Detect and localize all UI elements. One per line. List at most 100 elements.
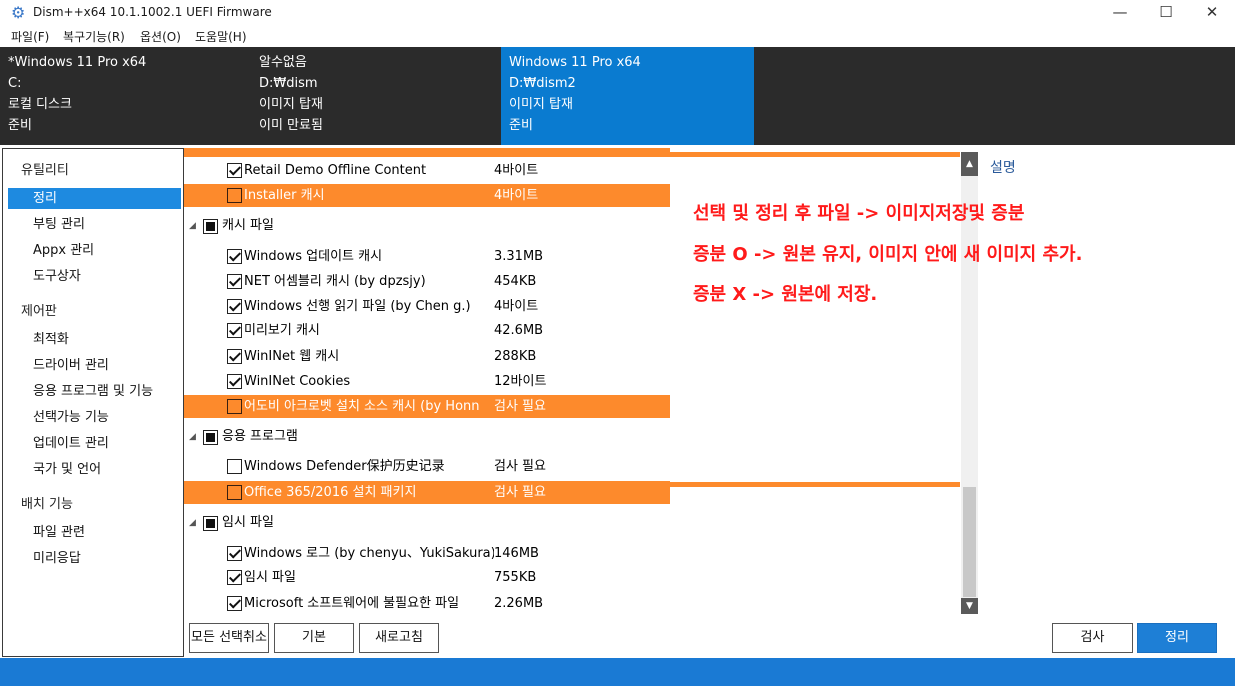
checkbox[interactable]	[227, 323, 242, 338]
session-path: D:₩dism	[259, 76, 318, 91]
session-name: 알수없음	[259, 55, 307, 70]
status-bar	[0, 658, 1235, 686]
close-button[interactable]: ✕	[1189, 0, 1235, 26]
checkbox-partial[interactable]	[203, 219, 218, 234]
sidebar-item-answer[interactable]: 미리응답	[8, 548, 181, 569]
checkbox[interactable]	[227, 459, 242, 474]
checkbox[interactable]	[227, 188, 242, 203]
checkbox[interactable]	[227, 399, 242, 414]
item-name: WinINet 웹 캐시	[244, 349, 340, 364]
tree-row[interactable]: Retail Demo Offline Content 4바이트	[184, 159, 670, 182]
item-name: WinINet Cookies	[244, 374, 351, 389]
session-type: 이미지 탑재	[509, 97, 573, 112]
sidebar-item-appx[interactable]: Appx 관리	[8, 240, 181, 261]
tree-row[interactable]: Windows 선행 읽기 파일 (by Chen g.) 4바이트	[184, 295, 670, 318]
checkbox[interactable]	[227, 485, 242, 500]
item-name: 미리보기 캐시	[244, 323, 320, 338]
title-bar: ⚙ Dism++x64 10.1.1002.1 UEFI Firmware — …	[0, 0, 1235, 26]
item-name: Windows Defender保护历史记录	[244, 459, 445, 474]
checkbox[interactable]	[227, 274, 242, 289]
minimize-button[interactable]: —	[1097, 0, 1143, 26]
annotation-note: 증분 O -> 원본 유지, 이미지 안에 새 이미지 추가.	[693, 244, 1083, 265]
tree-category[interactable]: ◢ 캐시 파일	[184, 213, 670, 239]
session-dism2[interactable]: Windows 11 Pro x64 D:₩dism2 이미지 탑재 준비	[501, 47, 754, 145]
checkbox[interactable]	[227, 299, 242, 314]
tree-row[interactable]: 임시 파일 755KB	[184, 566, 670, 589]
tree-row[interactable]: Microsoft 소프트웨어에 불필요한 파일 2.26MB	[184, 592, 670, 614]
menu-file[interactable]: 파일(F)	[11, 28, 49, 45]
scroll-thumb[interactable]	[963, 487, 976, 597]
tree-row[interactable]: Windows Defender保护历史记录 검사 필요	[184, 455, 670, 478]
checkbox[interactable]	[227, 596, 242, 611]
session-type: 이미지 탑재	[259, 97, 323, 112]
highlight-strip	[670, 152, 960, 157]
item-name: NET 어셈블리 캐시 (by dpzsjy)	[244, 274, 426, 289]
maximize-button[interactable]: ☐	[1143, 0, 1189, 26]
tree-row[interactable]: Windows 로그 (by chenyu、YukiSakura) 146MB	[184, 542, 670, 565]
description-label: 설명	[990, 160, 1016, 176]
sidebar-item-optimize[interactable]: 최적화	[8, 329, 181, 350]
sidebar-item-features[interactable]: 선택가능 기능	[8, 407, 181, 428]
checkbox[interactable]	[227, 374, 242, 389]
checkbox[interactable]	[227, 570, 242, 585]
tree-row[interactable]: 어도비 아크로벳 설치 소스 캐시 (by Honn 검사 필요	[184, 395, 670, 418]
tree-row[interactable]: 미리보기 캐시 42.6MB	[184, 319, 670, 342]
collapse-arrow-icon[interactable]: ◢	[189, 510, 196, 536]
item-size: 454KB	[494, 274, 537, 289]
scroll-up-icon[interactable]: ▲	[961, 152, 978, 176]
scroll-down-icon[interactable]: ▼	[961, 598, 978, 614]
item-name: 어도비 아크로벳 설치 소스 캐시 (by Honn	[244, 399, 480, 414]
checkbox[interactable]	[227, 163, 242, 178]
item-size: 755KB	[494, 570, 537, 585]
sidebar-item-cleanup[interactable]: 정리	[8, 188, 181, 209]
image-session-bar: *Windows 11 Pro x64 C: 로컬 디스크 준비 알수없음 D:…	[0, 47, 1235, 145]
checkbox[interactable]	[227, 349, 242, 364]
refresh-button[interactable]: 새로고침	[359, 623, 439, 653]
sidebar-item-boot[interactable]: 부팅 관리	[8, 214, 181, 235]
sidebar-item-apps[interactable]: 응용 프로그램 및 기능	[8, 381, 181, 402]
default-button[interactable]: 기본	[274, 623, 354, 653]
item-size: 288KB	[494, 349, 537, 364]
checkbox-partial[interactable]	[203, 430, 218, 445]
item-name: Office 365/2016 설치 패키지	[244, 485, 417, 500]
sidebar-item-toolbox[interactable]: 도구상자	[8, 266, 181, 287]
sidebar-item-files[interactable]: 파일 관련	[8, 522, 181, 543]
collapse-arrow-icon[interactable]: ◢	[189, 424, 196, 450]
collapse-arrow-icon[interactable]: ◢	[189, 213, 196, 239]
session-local-disk[interactable]: *Windows 11 Pro x64 C: 로컬 디스크 준비	[0, 47, 252, 145]
checkbox-partial[interactable]	[203, 516, 218, 531]
highlight-strip	[670, 482, 960, 487]
item-size: 3.31MB	[494, 249, 544, 264]
sidebar-group-batch: 배치 기능	[21, 497, 73, 512]
item-size: 2.26MB	[494, 596, 544, 611]
menu-recovery[interactable]: 복구기능(R)	[63, 28, 125, 45]
tree-category[interactable]: ◢ 응용 프로그램	[184, 424, 670, 450]
sidebar-group-utility: 유틸리티	[21, 163, 69, 178]
checkbox[interactable]	[227, 546, 242, 561]
item-size: 검사 필요	[494, 399, 546, 414]
highlight-row-partial	[184, 148, 670, 157]
menu-options[interactable]: 옵션(O)	[140, 28, 181, 45]
scan-button[interactable]: 검사	[1052, 623, 1133, 653]
deselect-all-button[interactable]: 모든 선택취소	[189, 623, 269, 653]
tree-row[interactable]: Office 365/2016 설치 패키지 검사 필요	[184, 481, 670, 504]
session-name: Windows 11 Pro x64	[509, 55, 641, 70]
checkbox[interactable]	[227, 249, 242, 264]
sidebar-item-language[interactable]: 국가 및 언어	[8, 459, 181, 480]
gear-icon: ⚙	[11, 3, 26, 22]
tree-row[interactable]: Windows 업데이트 캐시 3.31MB	[184, 245, 670, 268]
tree-row[interactable]: Installer 캐시 4바이트	[184, 184, 670, 207]
sidebar-item-updates[interactable]: 업데이트 관리	[8, 433, 181, 454]
sidebar-item-drivers[interactable]: 드라이버 관리	[8, 355, 181, 376]
session-dism[interactable]: 알수없음 D:₩dism 이미지 탑재 이미 만료됨	[251, 47, 503, 145]
session-path: D:₩dism2	[509, 76, 576, 91]
category-label: 응용 프로그램	[222, 429, 298, 444]
item-size: 42.6MB	[494, 323, 544, 338]
item-name: 임시 파일	[244, 570, 296, 585]
clean-button[interactable]: 정리	[1137, 623, 1217, 653]
tree-row[interactable]: WinINet 웹 캐시 288KB	[184, 345, 670, 368]
tree-row[interactable]: WinINet Cookies 12바이트	[184, 370, 670, 393]
menu-help[interactable]: 도움말(H)	[195, 28, 247, 45]
tree-category[interactable]: ◢ 임시 파일	[184, 510, 670, 536]
tree-row[interactable]: NET 어셈블리 캐시 (by dpzsjy) 454KB	[184, 270, 670, 293]
